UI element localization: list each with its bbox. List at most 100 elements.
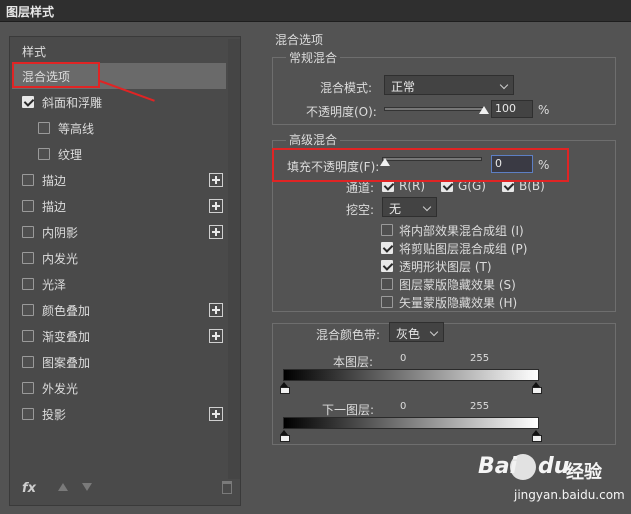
style-item[interactable]: 等高线 xyxy=(12,115,226,141)
plus-icon[interactable] xyxy=(209,303,223,317)
style-item-label: 描边 xyxy=(42,174,67,188)
underlying-white-stop[interactable] xyxy=(532,430,542,442)
styles-header: 样式 xyxy=(22,45,47,59)
trash-icon[interactable] xyxy=(222,481,232,494)
style-item[interactable]: 斜面和浮雕 xyxy=(12,89,226,115)
style-item-label: 渐变叠加 xyxy=(42,330,91,344)
style-item-label: 内发光 xyxy=(42,252,79,266)
checkbox-icon[interactable] xyxy=(22,408,34,420)
knockout-value: 无 xyxy=(389,202,402,216)
paw-icon xyxy=(510,454,536,480)
styles-scrollbar[interactable] xyxy=(228,39,240,479)
knockout-label: 挖空: xyxy=(346,203,375,217)
this-layer-gradient xyxy=(283,369,539,381)
style-item-label: 内阴影 xyxy=(42,226,79,240)
opacity-percent: % xyxy=(538,103,550,117)
chevron-down-icon xyxy=(422,202,432,212)
style-item-label: 图案叠加 xyxy=(42,356,91,370)
plus-icon[interactable] xyxy=(209,329,223,343)
style-item-label: 光泽 xyxy=(42,278,67,292)
blend-mode-select[interactable]: 正常 xyxy=(384,75,514,95)
style-item[interactable]: 投影 xyxy=(12,401,226,427)
this-layer-black-stop[interactable] xyxy=(280,382,290,394)
style-item[interactable]: 外发光 xyxy=(12,375,226,401)
checkbox-icon[interactable] xyxy=(22,252,34,264)
option-checkbox-icon[interactable] xyxy=(381,278,393,290)
checkbox-icon[interactable] xyxy=(38,148,50,160)
style-item[interactable]: 渐变叠加 xyxy=(12,323,226,349)
this-layer-label: 本图层: xyxy=(333,355,374,369)
option-checkbox-icon[interactable] xyxy=(381,260,393,272)
opacity-input[interactable]: 100 xyxy=(491,100,533,118)
underlying-min: 0 xyxy=(400,401,407,412)
fx-icon[interactable]: fx xyxy=(22,481,36,496)
style-item-label: 纹理 xyxy=(58,148,83,162)
checkbox-icon[interactable] xyxy=(22,330,34,342)
opacity-slider-thumb-icon[interactable] xyxy=(479,106,489,114)
checkbox-icon[interactable] xyxy=(22,356,34,368)
watermark-url: jingyan.baidu.com xyxy=(514,488,625,502)
plus-icon[interactable] xyxy=(209,173,223,187)
blend-mode-value: 正常 xyxy=(391,80,416,94)
knockout-select[interactable]: 无 xyxy=(382,197,437,217)
plus-icon[interactable] xyxy=(209,407,223,421)
style-item[interactable]: 图案叠加 xyxy=(12,349,226,375)
styles-panel: 样式 混合选项 斜面和浮雕 等高线 纹理 描边 描边 内阴影 内发光 光泽 颜色叠加 渐变叠加 图案叠… xyxy=(9,36,241,506)
option-label: 矢量蒙版隐藏效果 (H) xyxy=(399,296,518,310)
option-checkbox-icon[interactable] xyxy=(381,224,393,236)
style-item-label: 等高线 xyxy=(58,122,95,136)
style-item-label: 投影 xyxy=(42,408,67,422)
arrow-up-icon[interactable] xyxy=(58,483,68,491)
baidu-watermark: Bai du 经验 jingyan.baidu.com xyxy=(478,452,628,512)
style-item[interactable]: 纹理 xyxy=(12,141,226,167)
style-item[interactable]: 内阴影 xyxy=(12,219,226,245)
chevron-down-icon xyxy=(499,80,509,90)
style-item-label: 颜色叠加 xyxy=(42,304,91,318)
blend-if-value: 灰色 xyxy=(396,327,421,341)
style-item-label: 外发光 xyxy=(42,382,79,396)
window-title: 图层样式 xyxy=(6,5,55,19)
style-item[interactable]: 光泽 xyxy=(12,271,226,297)
opacity-label: 不透明度(O): xyxy=(306,105,377,119)
advanced-blending-title: 高级混合 xyxy=(286,131,341,148)
style-item-label: 斜面和浮雕 xyxy=(42,96,103,110)
opacity-slider[interactable] xyxy=(384,107,484,111)
style-item[interactable]: 描边 xyxy=(12,193,226,219)
underlying-black-stop[interactable] xyxy=(280,430,290,442)
checkbox-icon[interactable] xyxy=(22,382,34,394)
checkbox-icon[interactable] xyxy=(22,200,34,212)
underlying-gradient xyxy=(283,417,539,429)
checkbox-icon[interactable] xyxy=(22,278,34,290)
watermark-du: du xyxy=(538,454,570,479)
arrow-down-icon[interactable] xyxy=(82,483,92,491)
style-item[interactable]: 颜色叠加 xyxy=(12,297,226,323)
option-checkbox-icon[interactable] xyxy=(381,296,393,308)
option-checkbox-icon[interactable] xyxy=(381,242,393,254)
general-blending-title: 常规混合 xyxy=(286,49,341,66)
watermark-jingyan: 经验 xyxy=(566,462,602,483)
style-item[interactable]: 描边 xyxy=(12,167,226,193)
blend-if-select[interactable]: 灰色 xyxy=(389,322,444,342)
underlying-max: 255 xyxy=(470,401,490,412)
option-label: 将内部效果混合成组 (I) xyxy=(399,224,524,238)
checkbox-icon[interactable] xyxy=(22,226,34,238)
checkbox-icon[interactable] xyxy=(22,174,34,186)
this-layer-min: 0 xyxy=(400,353,407,364)
styles-footer: fx xyxy=(18,481,234,501)
plus-icon[interactable] xyxy=(209,199,223,213)
option-label: 透明形状图层 (T) xyxy=(399,260,492,274)
style-item[interactable]: 内发光 xyxy=(12,245,226,271)
section-title: 混合选项 xyxy=(272,31,327,48)
window-titlebar: 图层样式 xyxy=(0,0,631,22)
blend-if-label: 混合颜色带: xyxy=(316,328,381,342)
this-layer-white-stop[interactable] xyxy=(532,382,542,394)
style-item-label: 描边 xyxy=(42,200,67,214)
chevron-down-icon xyxy=(429,327,439,337)
checkbox-icon[interactable] xyxy=(22,96,34,108)
checkbox-icon[interactable] xyxy=(22,304,34,316)
underlying-label: 下一图层: xyxy=(322,403,375,417)
checkbox-icon[interactable] xyxy=(38,122,50,134)
plus-icon[interactable] xyxy=(209,225,223,239)
option-label: 将剪贴图层混合成组 (P) xyxy=(399,242,528,256)
highlight-box-blend-options xyxy=(12,62,100,88)
